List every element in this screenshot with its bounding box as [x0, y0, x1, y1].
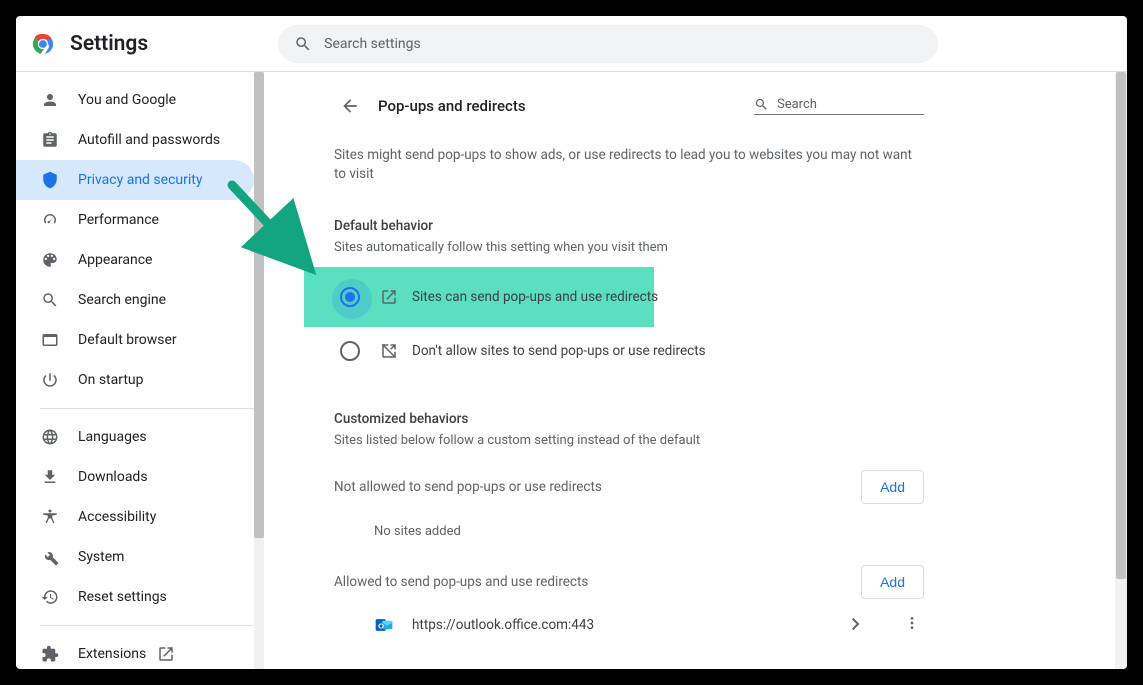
top-bar: Settings Search settings — [16, 16, 1127, 72]
more-menu-button[interactable] — [900, 615, 924, 635]
sidebar-item-default-browser[interactable]: Default browser — [16, 320, 254, 360]
chevron-right-icon[interactable] — [852, 615, 860, 634]
sidebar-item-label: System — [78, 549, 124, 565]
sidebar-item-label: Extensions — [78, 646, 146, 662]
sidebar-separator — [40, 625, 254, 626]
sidebar-item-performance[interactable]: Performance — [16, 200, 254, 240]
page-search-input[interactable]: Search — [754, 97, 924, 115]
wrench-icon — [40, 547, 60, 567]
clipboard-icon — [40, 130, 60, 150]
extension-icon — [40, 644, 60, 664]
open-new-blocked-icon — [380, 342, 398, 360]
sidebar-item-label: Accessibility — [78, 509, 156, 525]
search-icon — [754, 97, 769, 112]
sidebar-separator — [40, 408, 254, 409]
page-title: Pop-ups and redirects — [378, 97, 754, 115]
sidebar-scrollbar[interactable] — [254, 72, 264, 669]
add-allowed-button[interactable]: Add — [861, 565, 924, 599]
sidebar-item-on-startup[interactable]: On startup — [16, 360, 254, 400]
sidebar-item-label: Default browser — [78, 332, 177, 348]
app-title: Settings — [70, 32, 148, 56]
sidebar-item-downloads[interactable]: Downloads — [16, 457, 254, 497]
sidebar-item-label: Reset settings — [78, 589, 167, 605]
page-description: Sites might send pop-ups to show ads, or… — [334, 146, 924, 184]
gauge-icon — [40, 210, 60, 230]
back-button[interactable] — [334, 90, 366, 122]
sidebar-item-label: Privacy and security — [78, 172, 202, 188]
sidebar-item-label: Languages — [78, 429, 147, 445]
sidebar-item-languages[interactable]: Languages — [16, 417, 254, 457]
svg-text:O: O — [378, 621, 384, 630]
site-url: https://outlook.office.com:443 — [412, 617, 852, 633]
default-behavior-heading: Default behavior — [334, 218, 924, 234]
sidebar: You and Google Autofill and passwords Pr… — [16, 72, 254, 669]
global-search-input[interactable]: Search settings — [278, 25, 938, 63]
sidebar-item-search-engine[interactable]: Search engine — [16, 280, 254, 320]
page-search-placeholder: Search — [777, 97, 817, 112]
browser-icon — [40, 330, 60, 350]
sidebar-item-label: On startup — [78, 372, 144, 388]
not-allowed-label: Not allowed to send pop-ups or use redir… — [334, 479, 602, 495]
sidebar-item-label: Search engine — [78, 292, 166, 308]
sidebar-item-privacy-security[interactable]: Privacy and security — [16, 160, 254, 200]
site-row[interactable]: O https://outlook.office.com:443 — [334, 615, 924, 635]
power-icon — [40, 370, 60, 390]
sidebar-item-label: Performance — [78, 212, 159, 228]
sidebar-item-label: Appearance — [78, 252, 152, 268]
palette-icon — [40, 250, 60, 270]
customized-subheading: Sites listed below follow a custom setti… — [334, 433, 924, 448]
content-panel: Pop-ups and redirects Search Sites might… — [264, 72, 984, 635]
search-icon — [40, 290, 60, 310]
sidebar-item-system[interactable]: System — [16, 537, 254, 577]
no-sites-label: No sites added — [374, 524, 924, 539]
radio-button[interactable] — [340, 287, 360, 307]
customized-heading: Customized behaviors — [334, 411, 924, 427]
person-icon — [40, 90, 60, 110]
radio-label: Sites can send pop-ups and use redirects — [412, 289, 658, 305]
sidebar-item-you-and-google[interactable]: You and Google — [16, 80, 254, 120]
main-scrollbar[interactable] — [1115, 72, 1127, 669]
radio-button[interactable] — [340, 341, 360, 361]
settings-window: Settings Search settings You and Google … — [16, 16, 1127, 669]
accessibility-icon — [40, 507, 60, 527]
external-link-icon — [156, 644, 176, 664]
sidebar-item-accessibility[interactable]: Accessibility — [16, 497, 254, 537]
search-icon — [294, 35, 312, 53]
allowed-label: Allowed to send pop-ups and use redirect… — [334, 574, 588, 590]
outlook-site-icon: O — [374, 615, 394, 635]
globe-icon — [40, 427, 60, 447]
default-behavior-subheading: Sites automatically follow this setting … — [334, 240, 924, 255]
sidebar-item-label: You and Google — [78, 92, 176, 108]
sidebar-item-label: Autofill and passwords — [78, 132, 220, 148]
download-icon — [40, 467, 60, 487]
chrome-logo-icon — [32, 33, 54, 55]
sidebar-item-label: Downloads — [78, 469, 148, 485]
radio-option-block-popups[interactable]: Don't allow sites to send pop-ups or use… — [334, 327, 924, 375]
sidebar-item-autofill[interactable]: Autofill and passwords — [16, 120, 254, 160]
radio-label: Don't allow sites to send pop-ups or use… — [412, 343, 706, 359]
annotation-arrow — [224, 177, 344, 287]
arrow-left-icon — [340, 96, 360, 116]
shield-icon — [40, 170, 60, 190]
open-new-icon — [380, 288, 398, 306]
sidebar-item-reset-settings[interactable]: Reset settings — [16, 577, 254, 617]
add-not-allowed-button[interactable]: Add — [861, 470, 924, 504]
global-search-placeholder: Search settings — [324, 36, 421, 52]
restore-icon — [40, 587, 60, 607]
sidebar-item-extensions[interactable]: Extensions — [16, 634, 254, 669]
sidebar-item-appearance[interactable]: Appearance — [16, 240, 254, 280]
radio-option-allow-popups[interactable]: Sites can send pop-ups and use redirects — [334, 267, 924, 327]
